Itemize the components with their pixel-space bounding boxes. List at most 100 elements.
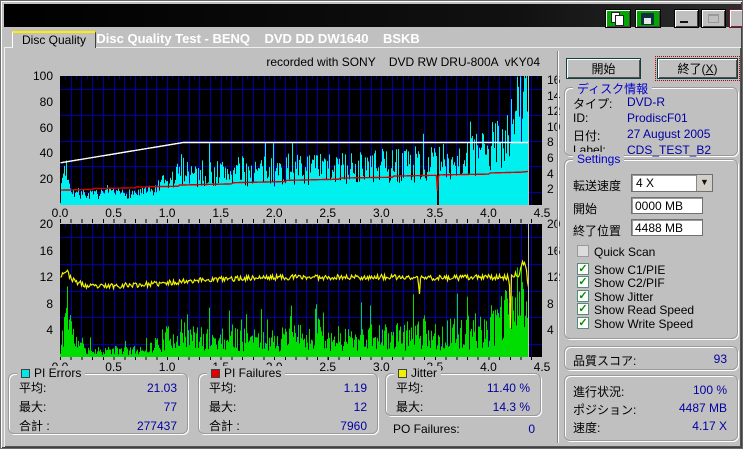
jitter-stats-box: Jitter 平均: 11.40 % 最大: 14.3 % [385, 366, 541, 416]
po-failures-label: PO Failures: [393, 422, 460, 436]
pi-failures-jitter-chart [60, 224, 542, 357]
axis-tick-label: 0.5 [105, 360, 122, 374]
axis-tick-label: 80 [39, 94, 53, 109]
maximize-icon [708, 14, 719, 23]
tab-label: Disc Quality [21, 33, 86, 47]
show-jitter-checkbox[interactable]: ✓ [577, 290, 589, 302]
minimize-icon [680, 21, 688, 23]
stat-row: 最大: 12 [209, 399, 367, 415]
axis-tick-label: 4 [46, 323, 53, 338]
progress-box: 進行状況: 100 % ポジション: 4487 MB 速度: 4.17 X [564, 375, 738, 441]
pi-failures-title: PI Failures [224, 366, 282, 380]
exit-button[interactable]: 終了(X) [655, 56, 740, 81]
axis-tick-label: 12 [39, 270, 53, 285]
chevron-down-icon[interactable]: ▼ [696, 175, 712, 191]
po-failures-row: PO Failures: 0 [393, 422, 535, 436]
speed-select[interactable]: 4 X ▼ [631, 174, 713, 192]
axis-tick-label: 0.5 [105, 206, 122, 220]
bottom-chart-x-axis: 0.00.51.01.52.02.53.03.54.04.5 [52, 360, 551, 374]
axis-tick-label: 4.0 [480, 206, 497, 220]
axis-tick-label: 3.5 [426, 206, 444, 220]
pi-errors-chart [60, 76, 542, 205]
axis-tick-label: 0.0 [51, 206, 69, 220]
bottom-chart-y-axis-left: 20 16 12 8 4 [29, 217, 55, 357]
disc-info-row: 日付: 27 August 2005 [573, 127, 711, 143]
disc-info-box: ディスク情報 タイプ: DVD-R ID: ProdiscF01 日付: 27 Aug… [564, 80, 738, 157]
speed-value: 4 X [636, 176, 655, 190]
top-chart-y-axis-left: 100 80 60 40 20 [29, 69, 55, 205]
axis-tick-label: 2 [547, 182, 554, 197]
axis-tick-label: 8 [547, 135, 554, 150]
axis-tick-label: 100 [32, 69, 53, 83]
axis-tick-label: 1.5 [212, 206, 229, 220]
pi-failures-legend-swatch [211, 369, 220, 378]
end-position-label: 終了位置 [573, 224, 622, 238]
axis-tick-label: 3.0 [372, 360, 390, 374]
bottom-chart-top-ticks [60, 219, 542, 223]
axis-tick-label: 3.0 [372, 206, 390, 220]
save-icon [641, 13, 654, 25]
maximize-button[interactable] [701, 9, 726, 28]
progress-row: 進行状況: 100 % [573, 383, 727, 399]
axis-tick-label: 6 [547, 151, 554, 166]
settings-box: Settings 転送速度 4 X ▼ 開始 終了位置 Quick Scan ✓… [564, 152, 738, 339]
axis-tick-label: 8 [547, 296, 554, 311]
start-button[interactable]: 開始 [566, 58, 641, 79]
axis-tick-label: 2.5 [319, 360, 337, 374]
axis-tick-label: 20 [39, 217, 53, 231]
tab-disc-quality[interactable]: Disc Quality [12, 31, 96, 48]
axis-tick-label: 4.5 [533, 360, 551, 374]
disc-info-row: タイプ: DVD-R [573, 95, 665, 111]
stat-row: 合計 :7960 [209, 418, 367, 434]
axis-tick-label: 4 [547, 323, 554, 338]
jitter-legend-swatch [398, 369, 407, 378]
close-button[interactable]: ✕ [729, 9, 742, 28]
settings-title: Settings [573, 152, 625, 166]
axis-tick-label: 1.0 [158, 206, 176, 220]
show-c1-pie-checkbox[interactable]: ✓ [577, 263, 589, 275]
pi-errors-stats-box: PI Errors 平均: 21.03 最大: 77 合計 :277437 [8, 366, 188, 434]
save-button[interactable] [635, 9, 661, 28]
stat-row: 平均: 21.03 [19, 380, 177, 396]
quick-scan-checkbox[interactable] [577, 245, 589, 257]
axis-tick-label: 8 [46, 296, 53, 311]
app-window: CD Speed : Disc Quality Test - BENQ DVD … [0, 0, 743, 449]
pi-errors-title: PI Errors [34, 366, 82, 380]
axis-tick-label: 4.0 [480, 360, 497, 374]
panel-divider [557, 51, 559, 443]
stat-row: 最大: 14.3 % [396, 399, 530, 415]
jitter-title: Jitter [411, 366, 438, 380]
quality-score-row: 品質スコア: 93 [573, 352, 727, 368]
top-chart-x-axis: 0.0 0.5 1.0 1.5 2.0 2.5 3.0 3.5 4.0 4.5 [52, 206, 551, 220]
stat-row: 最大: 77 [19, 399, 177, 415]
axis-tick-label: 40 [39, 146, 53, 161]
speed-label: 転送速度 [573, 179, 622, 193]
end-position-input[interactable] [631, 219, 703, 236]
show-c2-pif-checkbox[interactable]: ✓ [577, 276, 589, 288]
pi-errors-legend-swatch [21, 369, 30, 378]
stat-row: 平均: 1.19 [209, 380, 367, 396]
axis-tick-label: 2.0 [265, 206, 283, 220]
titlebar[interactable]: CD Speed : Disc Quality Test - BENQ DVD … [4, 4, 742, 46]
recorded-with-text: recorded with SONY DVD RW DRU-800A vKY04 [266, 55, 540, 69]
axis-tick-label: 4 [547, 166, 554, 181]
axis-tick-label: 1.0 [158, 360, 176, 374]
progress-row: 速度: 4.17 X [573, 419, 727, 435]
quality-score-box: 品質スコア: 93 [564, 346, 738, 370]
start-position-input[interactable] [631, 197, 703, 214]
po-failures-value: 0 [528, 422, 535, 436]
axis-tick-label: 16 [39, 243, 53, 258]
quality-score-label: 品質スコア: [573, 354, 637, 368]
stat-row: 合計 :277437 [19, 418, 177, 434]
progress-row: ポジション: 4487 MB [573, 401, 727, 417]
pi-failures-stats-box: PI Failures 平均: 1.19 最大: 12 合計 :7960 [198, 366, 378, 434]
minimize-button[interactable] [674, 9, 699, 28]
show-write-speed-checkbox[interactable]: ✓ [577, 317, 589, 329]
copy-to-clipboard-button[interactable] [605, 9, 631, 28]
start-position-label: 開始 [573, 202, 598, 216]
axis-tick-label: 2.5 [319, 206, 337, 220]
stat-row: 平均: 11.40 % [396, 380, 530, 396]
disc-info-row: ID: ProdiscF01 [573, 111, 688, 125]
axis-tick-label: 20 [39, 172, 53, 187]
show-read-speed-checkbox[interactable]: ✓ [577, 303, 589, 315]
